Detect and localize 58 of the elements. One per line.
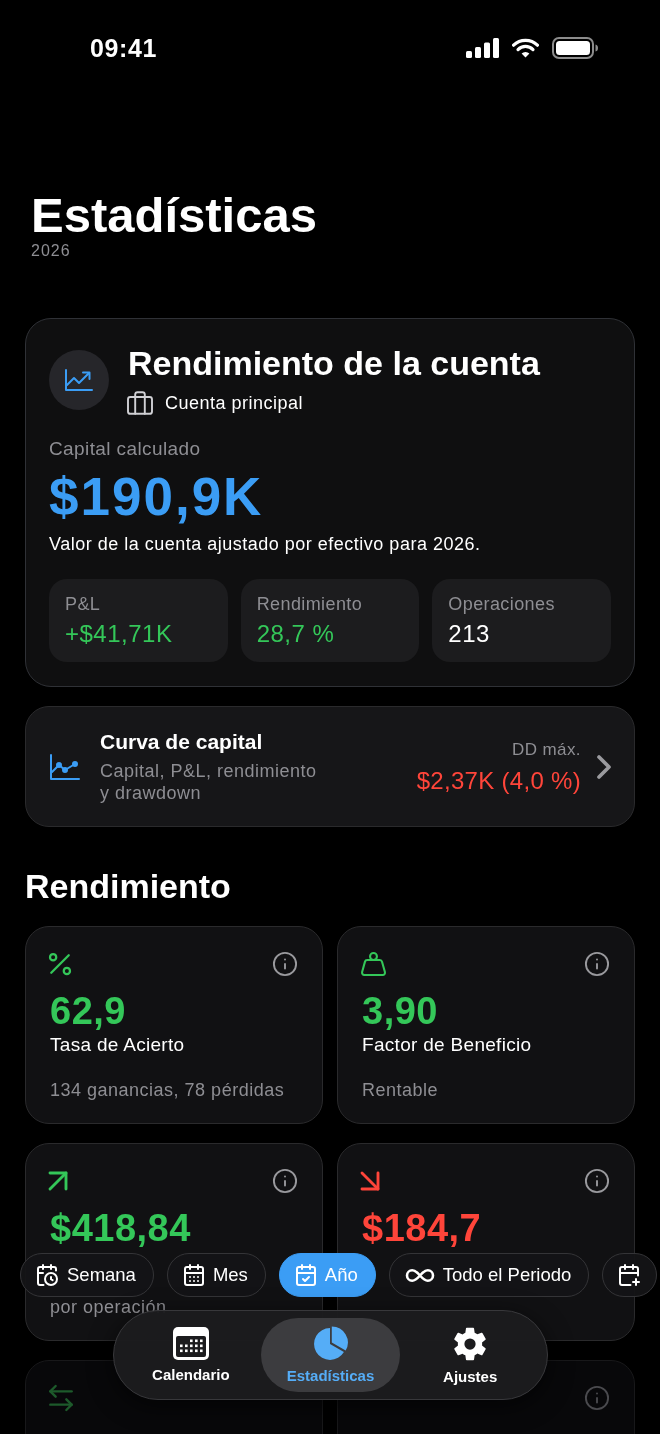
period-chip[interactable]: Todo el Periodo bbox=[388, 1253, 590, 1297]
chevron-right-icon bbox=[599, 756, 609, 777]
tab[interactable]: Estadísticas bbox=[260, 1318, 401, 1392]
stat-value: +$41,71K bbox=[65, 620, 174, 648]
metric-detail: por operación bbox=[50, 1296, 168, 1318]
curve-title: Curva de capital bbox=[100, 729, 264, 755]
infinity-icon bbox=[406, 1269, 433, 1281]
wifi-icon bbox=[512, 38, 539, 58]
calendar-plus-icon bbox=[620, 1265, 640, 1285]
stat-value: 213 bbox=[448, 620, 491, 648]
metric-label: Factor de Beneficio bbox=[362, 1033, 533, 1057]
page-title: Estadísticas bbox=[31, 188, 318, 242]
metric-value: 3,90 bbox=[362, 989, 439, 1033]
capital-description: Valor de la cuenta ajustado por efectivo para 2026. bbox=[49, 533, 482, 555]
metric-value: $184,7 bbox=[362, 1206, 483, 1250]
calendar-icon bbox=[172, 1327, 209, 1360]
card-title: Rendimiento de la cuenta bbox=[128, 344, 540, 382]
metric-value: 62,9 bbox=[50, 989, 127, 1033]
stat-label: Operaciones bbox=[448, 593, 556, 615]
metric-value: $418,84 bbox=[50, 1206, 192, 1250]
briefcase-icon bbox=[128, 392, 152, 414]
stat-label: Rendimiento bbox=[256, 593, 364, 615]
percent-icon bbox=[50, 954, 70, 974]
capital-label: Capital calculado bbox=[49, 438, 202, 460]
info-button[interactable] bbox=[585, 1169, 609, 1193]
equity-curve-card[interactable]: Curva de capital Capital, P&L, rendimiento y drawdown DD máx. $2,37K (4,0 %) bbox=[25, 706, 635, 827]
info-button[interactable] bbox=[585, 952, 609, 976]
calendar-clock-icon bbox=[38, 1265, 57, 1285]
stat-value: 28,7 % bbox=[256, 620, 336, 648]
tab[interactable]: Ajustes bbox=[400, 1318, 540, 1392]
period-chip[interactable] bbox=[602, 1253, 658, 1297]
info-button[interactable] bbox=[273, 1169, 297, 1193]
arrow-down-right-icon bbox=[362, 1173, 378, 1189]
section-title: Rendimiento bbox=[25, 867, 232, 905]
calendar-icon bbox=[184, 1265, 203, 1285]
weight-icon bbox=[362, 953, 385, 975]
curve-subtitle: Capital, P&L, rendimiento y drawdown bbox=[100, 760, 318, 804]
arrow-up-right-icon bbox=[50, 1173, 66, 1189]
stat-label: P&L bbox=[65, 593, 102, 615]
info-button[interactable] bbox=[273, 952, 297, 976]
tab[interactable]: Calendario bbox=[121, 1318, 261, 1392]
signal-icon bbox=[466, 38, 499, 58]
pie-chart-icon bbox=[313, 1326, 348, 1361]
period-chip[interactable]: Mes bbox=[166, 1253, 266, 1297]
metric-detail: 134 ganancias, 78 pérdidas bbox=[50, 1079, 286, 1101]
calendar-check-icon bbox=[296, 1265, 315, 1285]
status-time: 09:41 bbox=[90, 33, 157, 63]
line-chart-icon bbox=[50, 753, 80, 780]
period-chip[interactable]: Semana bbox=[20, 1253, 154, 1297]
account-name: Cuenta principal bbox=[165, 392, 304, 415]
settings-icon bbox=[452, 1325, 489, 1362]
metric-label: Tasa de Acierto bbox=[50, 1033, 186, 1057]
drawdown-value: $2,37K (4,0 %) bbox=[416, 766, 581, 795]
metric-detail: Rentable bbox=[362, 1079, 440, 1101]
capital-value: $190,9K bbox=[49, 469, 265, 525]
year-subtitle: 2026 bbox=[31, 242, 72, 260]
drawdown-label: DD máx. bbox=[512, 738, 581, 761]
battery-icon bbox=[552, 37, 598, 59]
